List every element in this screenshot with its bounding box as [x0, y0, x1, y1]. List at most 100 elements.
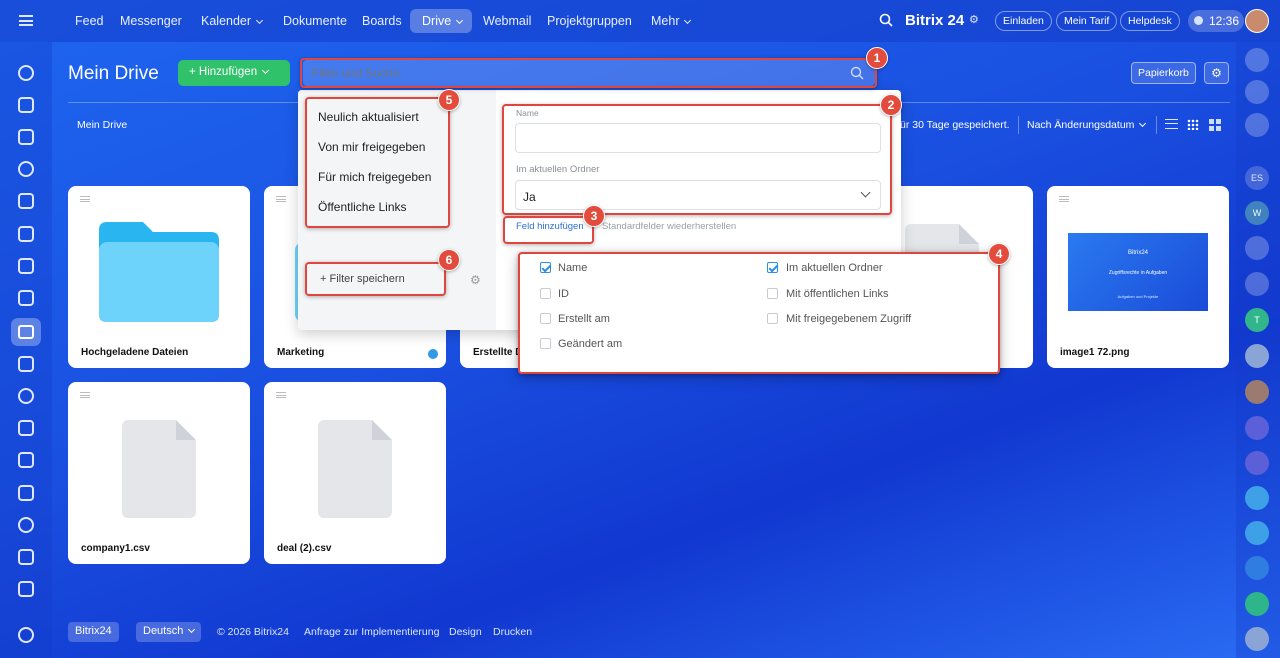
footer-link-print[interactable]: Drucken	[493, 626, 532, 638]
lock-chat-icon[interactable]	[1245, 236, 1269, 260]
user-avatar[interactable]	[1245, 9, 1269, 33]
drag-handle-icon[interactable]	[80, 392, 90, 398]
file-icon	[318, 420, 392, 518]
funnel-icon[interactable]	[18, 420, 34, 436]
shared-users-icon	[428, 349, 438, 359]
document-icon[interactable]	[18, 129, 34, 145]
annotation-box-fields	[502, 104, 892, 215]
nav-drive[interactable]: Drive	[410, 9, 472, 33]
footer-link-implementation[interactable]: Anfrage zur Implementierung	[304, 626, 439, 638]
chevron-down-icon	[256, 16, 264, 25]
search-chat-icon[interactable]	[1245, 113, 1269, 137]
bookmark-icon[interactable]	[1245, 556, 1269, 580]
file-card-deal[interactable]: deal (2).csv	[264, 382, 446, 564]
invite-button[interactable]: Einladen	[995, 11, 1052, 31]
chevron-down-icon	[684, 16, 692, 25]
restore-fields-link[interactable]: Standardfelder wiederherstellen	[602, 221, 736, 232]
file-name[interactable]: Marketing	[277, 347, 324, 358]
store-icon[interactable]	[18, 485, 34, 501]
notes-icon[interactable]	[1245, 592, 1269, 616]
footer-link-design[interactable]: Design	[449, 626, 482, 638]
mail-icon[interactable]	[18, 356, 34, 372]
bell-icon[interactable]	[1245, 48, 1269, 72]
search-icon[interactable]	[879, 13, 893, 27]
settings-toggle-icon[interactable]: ⚙	[969, 13, 979, 26]
nav-dokumente[interactable]: Dokumente	[283, 14, 347, 28]
nav-projektgruppen[interactable]: Projektgruppen	[547, 14, 632, 28]
hexagon-icon[interactable]	[18, 161, 34, 177]
chat-bubble-icon[interactable]	[1245, 486, 1269, 510]
divider	[1018, 116, 1019, 134]
avatar-t[interactable]: T	[1245, 308, 1269, 332]
nav-feed[interactable]: Feed	[75, 14, 104, 28]
contact-avatar[interactable]	[1245, 344, 1269, 368]
grid-small-view-icon[interactable]	[1187, 119, 1199, 130]
grid-large-view-icon[interactable]	[1209, 119, 1221, 131]
schedule-icon[interactable]	[18, 452, 34, 468]
annotation-badge: 5	[438, 89, 460, 111]
task-check-icon[interactable]	[18, 226, 34, 242]
language-select[interactable]: Deutsch	[136, 622, 202, 642]
file-card-image[interactable]: Bitrix24 Zugriffsrechte in Aufgaben Aufg…	[1047, 186, 1229, 368]
avatar-es[interactable]: ES	[1245, 166, 1269, 190]
annotation-box-presets	[305, 97, 450, 228]
contact-avatar[interactable]	[1245, 380, 1269, 404]
channel-icon[interactable]	[1245, 451, 1269, 475]
settings-gear-icon[interactable]: ⚙	[1204, 62, 1229, 84]
annotation-badge: 6	[438, 249, 460, 271]
breadcrumb[interactable]: Mein Drive	[77, 119, 127, 131]
file-name[interactable]: image1 72.png	[1060, 347, 1129, 358]
sidebar-item-drive[interactable]	[11, 318, 41, 346]
sort-dropdown[interactable]: Nach Änderungsdatum	[1027, 119, 1147, 131]
target-icon[interactable]	[18, 517, 34, 533]
file-name[interactable]: company1.csv	[81, 543, 150, 554]
divider	[1156, 116, 1157, 134]
drag-handle-icon[interactable]	[80, 196, 90, 202]
drag-handle-icon[interactable]	[276, 392, 286, 398]
cart-icon[interactable]	[18, 549, 34, 565]
nav-webmail[interactable]: Webmail	[483, 14, 531, 28]
edit-document-icon[interactable]	[18, 581, 34, 597]
file-name[interactable]: deal (2).csv	[277, 543, 331, 554]
contact-avatar[interactable]	[1245, 627, 1269, 651]
annotation-badge: 1	[866, 47, 888, 69]
gear-icon[interactable]	[18, 627, 34, 643]
file-name[interactable]: Hochgeladene Dateien	[81, 347, 188, 358]
folder-icon	[99, 222, 219, 322]
bot-icon[interactable]	[1245, 521, 1269, 545]
list-view-icon[interactable]	[1165, 119, 1178, 129]
nav-kalender[interactable]: Kalender	[201, 14, 264, 28]
annotation-badge: 3	[583, 205, 605, 227]
brand-logo: Bitrix 24	[905, 12, 965, 29]
drag-handle-icon[interactable]	[276, 196, 286, 202]
board-icon[interactable]	[18, 290, 34, 306]
chevron-down-icon	[456, 16, 464, 25]
lock-chat-icon[interactable]	[1245, 272, 1269, 296]
annotation-badge: 4	[988, 243, 1010, 265]
avatar-w[interactable]: W	[1245, 201, 1269, 225]
filter-settings-gear-icon[interactable]: ⚙	[470, 273, 481, 287]
channel-icon[interactable]	[1245, 416, 1269, 440]
sync-icon[interactable]	[18, 65, 34, 81]
helpdesk-button[interactable]: Helpdesk	[1120, 11, 1180, 31]
footer-brand-button[interactable]: Bitrix24	[68, 622, 119, 642]
drag-handle-icon[interactable]	[1059, 196, 1069, 202]
nav-mehr[interactable]: Mehr	[651, 14, 692, 28]
menu-icon[interactable]	[19, 15, 33, 26]
copilot-icon[interactable]	[1245, 80, 1269, 104]
clock-widget[interactable]: 12:36	[1188, 10, 1244, 32]
file-card-hochgeladene[interactable]: Hochgeladene Dateien	[68, 186, 250, 368]
contacts-icon[interactable]	[18, 388, 34, 404]
clock-time: 12:36	[1209, 14, 1240, 28]
nav-messenger[interactable]: Messenger	[120, 14, 182, 28]
chat-icon[interactable]	[18, 97, 34, 113]
file-icon[interactable]	[18, 258, 34, 274]
file-card-company[interactable]: company1.csv	[68, 382, 250, 564]
nav-boards[interactable]: Boards	[362, 14, 402, 28]
calendar-icon[interactable]	[18, 193, 34, 209]
image-thumbnail: Bitrix24 Zugriffsrechte in Aufgaben Aufg…	[1068, 233, 1208, 311]
tariff-button[interactable]: Mein Tarif	[1056, 11, 1118, 31]
annotation-box-add-field	[503, 216, 594, 244]
add-button[interactable]: + Hinzufügen	[178, 60, 290, 86]
trash-button[interactable]: Papierkorb	[1131, 62, 1196, 84]
